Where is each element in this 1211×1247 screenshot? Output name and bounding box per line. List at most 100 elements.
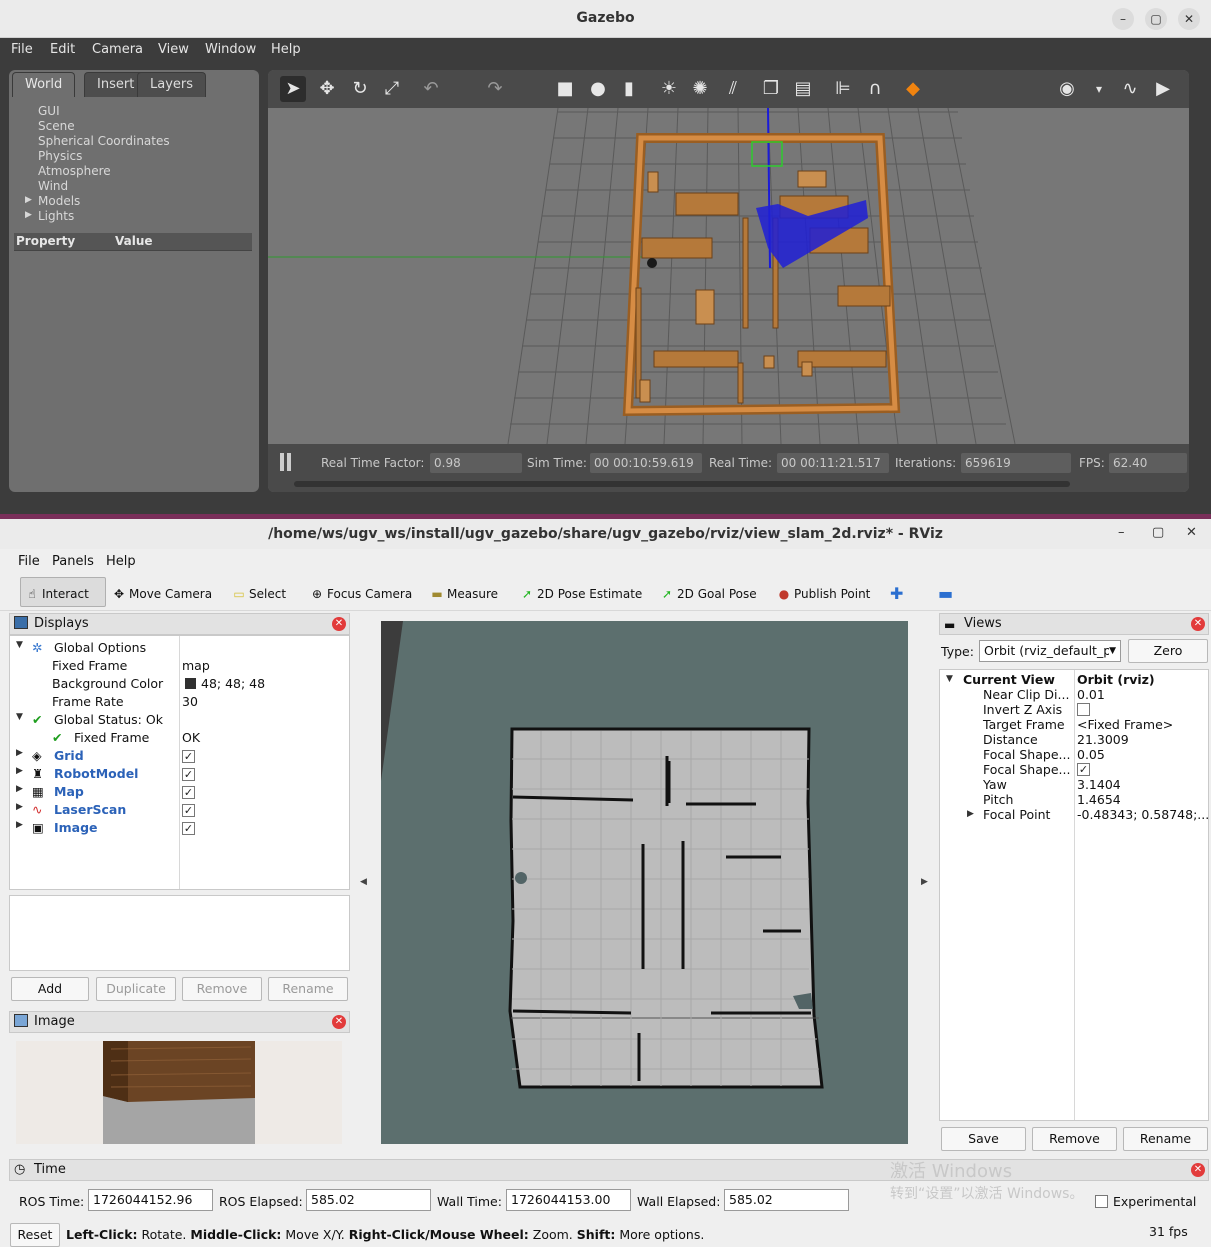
invert-z-checkbox[interactable] — [1077, 703, 1090, 716]
gazebo-close-button[interactable]: ✕ — [1178, 8, 1200, 30]
expand-arrow-icon[interactable]: ▶ — [16, 748, 23, 758]
ros-elapsed-field[interactable]: 585.02 — [306, 1189, 431, 1211]
view-angle-icon[interactable]: ◆ — [900, 76, 926, 102]
remove-view-button[interactable]: Remove — [1032, 1127, 1117, 1151]
expand-arrow-icon[interactable]: ▶ — [967, 809, 974, 819]
align-icon[interactable]: ⊫ — [830, 76, 856, 102]
tree-item-physics[interactable]: Physics — [38, 149, 82, 163]
translate-icon[interactable]: ✥ — [314, 76, 340, 102]
menu-help[interactable]: Help — [106, 554, 136, 569]
display-grid[interactable]: ▶ ◈ Grid ✓ — [10, 746, 349, 764]
cylinder-shape-icon[interactable]: ▮ — [616, 76, 642, 102]
tool-move-camera[interactable]: ✥ Move Camera — [111, 583, 212, 605]
rviz-3d-view[interactable] — [381, 621, 908, 1144]
tree-row-global-status[interactable]: ▼ ✔ Global Status: Ok — [10, 710, 349, 728]
menu-file[interactable]: File — [18, 554, 40, 569]
rviz-minimize-button[interactable]: – — [1118, 525, 1125, 540]
collapse-arrow-icon[interactable]: ▼ — [16, 712, 23, 722]
expand-arrow-icon[interactable]: ▶ — [16, 820, 23, 830]
tool-measure[interactable]: ▬ Measure — [429, 583, 498, 605]
undo-icon[interactable]: ↶ — [418, 76, 444, 102]
sphere-shape-icon[interactable]: ● — [585, 76, 611, 102]
zero-view-button[interactable]: Zero — [1128, 639, 1208, 663]
robotmodel-enabled-checkbox[interactable]: ✓ — [182, 768, 195, 781]
image-enabled-checkbox[interactable]: ✓ — [182, 822, 195, 835]
display-image[interactable]: ▶ ▣ Image ✓ — [10, 818, 349, 836]
gazebo-minimize-button[interactable]: – — [1112, 8, 1134, 30]
tree-item-scene[interactable]: Scene — [38, 119, 75, 133]
select-arrow-icon[interactable]: ➤ — [280, 76, 306, 102]
menu-window[interactable]: Window — [205, 42, 256, 57]
gazebo-maximize-button[interactable]: ▢ — [1145, 8, 1167, 30]
rviz-maximize-button[interactable]: ▢ — [1152, 525, 1164, 540]
horizontal-scrollbar[interactable] — [294, 481, 1070, 487]
close-icon[interactable]: ✕ — [1191, 617, 1205, 631]
video-record-icon[interactable]: ▶ — [1150, 76, 1176, 102]
tree-item-spherical-coordinates[interactable]: Spherical Coordinates — [38, 134, 170, 148]
tab-world[interactable]: World — [12, 72, 76, 97]
close-icon[interactable]: ✕ — [332, 617, 346, 631]
tab-layers[interactable]: Layers — [137, 72, 207, 97]
pitch-value[interactable]: 1.4654 — [1077, 792, 1121, 807]
spot-light-icon[interactable]: ✺ — [687, 76, 713, 102]
distance-value[interactable]: 21.3009 — [1077, 732, 1129, 747]
menu-file[interactable]: File — [11, 42, 33, 57]
remove-tool-icon[interactable]: ▬ — [938, 583, 953, 605]
directional-light-icon[interactable]: ⫽ — [720, 76, 746, 102]
gazebo-3d-scene[interactable] — [268, 108, 1189, 444]
wall-elapsed-field[interactable]: 585.02 — [724, 1189, 849, 1211]
tree-row-frame-rate[interactable]: Frame Rate 30 — [10, 692, 349, 710]
close-icon[interactable]: ✕ — [1191, 1163, 1205, 1177]
collapse-arrow-icon[interactable]: ▼ — [946, 674, 953, 684]
tree-item-gui[interactable]: GUI — [38, 104, 60, 118]
expand-arrow-icon[interactable]: ▶ — [25, 210, 32, 220]
menu-view[interactable]: View — [158, 42, 189, 57]
menu-camera[interactable]: Camera — [92, 42, 143, 57]
duplicate-display-button[interactable]: Duplicate — [96, 977, 176, 1001]
tree-row-fixed-frame-status[interactable]: ✔ Fixed Frame OK — [10, 728, 349, 746]
left-splitter[interactable]: ◀ — [358, 613, 372, 1153]
tool-interact[interactable]: ☝ Interact — [24, 583, 88, 605]
view-type-select[interactable]: Orbit (rviz_default_p ▼ — [979, 640, 1121, 662]
rename-display-button[interactable]: Rename — [268, 977, 348, 1001]
tree-row-fixed-frame[interactable]: Fixed Frame map — [10, 656, 349, 674]
menu-panels[interactable]: Panels — [52, 554, 94, 569]
plot-icon[interactable]: ∿ — [1117, 76, 1143, 102]
copy-icon[interactable]: ❐ — [758, 76, 784, 102]
tree-item-lights[interactable]: Lights — [38, 209, 74, 223]
rviz-close-button[interactable]: ✕ — [1186, 525, 1197, 540]
tree-row-background-color[interactable]: Background Color 48; 48; 48 — [10, 674, 349, 692]
grid-enabled-checkbox[interactable]: ✓ — [182, 750, 195, 763]
close-icon[interactable]: ✕ — [332, 1015, 346, 1029]
tool-select[interactable]: ▭ Select — [231, 583, 286, 605]
focal-point-value[interactable]: -0.48343; 0.58748;... — [1077, 807, 1209, 822]
wall-time-field[interactable]: 1726044153.00 — [506, 1189, 631, 1211]
tree-item-atmosphere[interactable]: Atmosphere — [38, 164, 111, 178]
expand-arrow-icon[interactable]: ▶ — [16, 784, 23, 794]
tool-2d-pose-estimate[interactable]: ➚ 2D Pose Estimate — [519, 583, 642, 605]
tool-publish-point[interactable]: ● Publish Point — [776, 583, 871, 605]
pause-icon[interactable] — [280, 453, 284, 471]
rotate-icon[interactable]: ↻ — [347, 76, 373, 102]
map-enabled-checkbox[interactable]: ✓ — [182, 786, 195, 799]
rename-view-button[interactable]: Rename — [1123, 1127, 1208, 1151]
expand-arrow-icon[interactable]: ▶ — [16, 802, 23, 812]
expand-arrow-icon[interactable]: ▶ — [16, 766, 23, 776]
color-swatch[interactable] — [185, 678, 196, 689]
collapse-arrow-icon[interactable]: ▼ — [16, 640, 23, 650]
display-laserscan[interactable]: ▶ ∿ LaserScan ✓ — [10, 800, 349, 818]
tree-row-global-options[interactable]: ▼ ✲ Global Options — [10, 638, 349, 656]
tool-2d-goal-pose[interactable]: ➚ 2D Goal Pose — [659, 583, 757, 605]
scale-icon[interactable]: ⤢ — [379, 76, 405, 102]
experimental-checkbox[interactable] — [1095, 1195, 1108, 1208]
frame-rate-value[interactable]: 30 — [182, 694, 198, 709]
paste-icon[interactable]: ▤ — [790, 76, 816, 102]
collapse-right-icon[interactable]: ▶ — [921, 877, 928, 887]
log-icon[interactable]: ▾ — [1086, 76, 1112, 102]
add-tool-icon[interactable]: ✚ — [890, 583, 903, 605]
menu-help[interactable]: Help — [271, 42, 301, 57]
ros-time-field[interactable]: 1726044152.96 — [88, 1189, 213, 1211]
focal-shape-size-value[interactable]: 0.05 — [1077, 747, 1105, 762]
save-view-button[interactable]: Save — [941, 1127, 1026, 1151]
expand-arrow-icon[interactable]: ▶ — [25, 195, 32, 205]
